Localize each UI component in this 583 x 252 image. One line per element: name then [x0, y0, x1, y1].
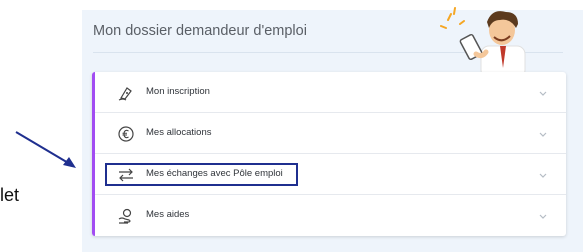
page-title: Mon dossier demandeur d'emploi	[93, 23, 307, 39]
chevron-down-icon[interactable]	[538, 170, 548, 180]
chevron-down-icon[interactable]	[538, 211, 548, 221]
helping-hand-icon	[118, 208, 132, 224]
signature-pen-icon	[118, 87, 132, 101]
chevron-down-icon[interactable]	[538, 129, 548, 139]
menu-item-aides[interactable]: Mes aides	[95, 195, 566, 236]
menu-item-label: Mes aides	[146, 209, 190, 220]
menu-item-label: Mes allocations	[146, 127, 212, 138]
dossier-menu-card: Mon inscription Mes allocations Mes écha…	[92, 72, 566, 236]
annotation-highlight-box	[105, 163, 298, 186]
menu-item-label: Mon inscription	[146, 86, 210, 97]
euro-coin-icon	[118, 126, 134, 142]
cropped-side-text: let	[0, 185, 20, 205]
annotation-arrow-icon	[15, 131, 76, 168]
businessman-illustration	[440, 7, 526, 78]
menu-item-allocations[interactable]: Mes allocations	[95, 113, 566, 154]
chevron-down-icon[interactable]	[538, 88, 548, 98]
menu-item-inscription[interactable]: Mon inscription	[95, 72, 566, 113]
